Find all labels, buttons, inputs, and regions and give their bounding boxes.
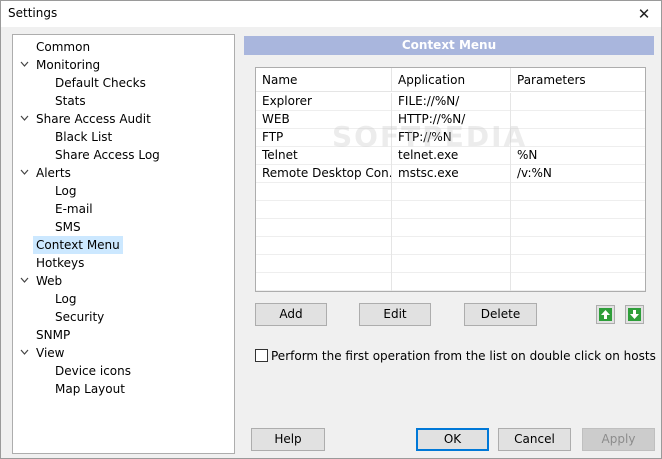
cell-name [256,273,392,291]
tree-item-snmp[interactable]: SNMP [33,326,73,344]
cell-parameters [511,219,645,237]
move-up-button[interactable] [596,305,615,324]
edit-button[interactable]: Edit [359,303,431,326]
cell-application: mstsc.exe [392,165,511,183]
tree-item-share-access-log[interactable]: Share Access Log [52,146,163,164]
column-header-parameters[interactable]: Parameters [511,68,645,92]
tree-item-common[interactable]: Common [33,38,93,56]
cell-parameters [511,129,645,147]
table-row[interactable] [256,237,645,255]
cell-application [392,183,511,201]
cell-application: FILE://%N/ [392,93,511,111]
cell-parameters [511,93,645,111]
cell-application [392,255,511,273]
cell-parameters [511,183,645,201]
cell-parameters [511,255,645,273]
table-row[interactable] [256,219,645,237]
tree-item-map-layout[interactable]: Map Layout [52,380,128,398]
cell-parameters: %N [517,148,538,162]
window-title: Settings [8,6,58,20]
cell-name [256,219,392,237]
table-row[interactable] [256,255,645,273]
table-row[interactable] [256,273,645,291]
cell-application [392,273,511,291]
cell-parameters: /v:%N [517,166,552,180]
tree-item-monitoring[interactable]: Monitoring [33,56,103,74]
cell-parameters [511,237,645,255]
chevron-down-icon[interactable] [19,56,29,74]
table-row[interactable]: Explorer FILE://%N/ [256,93,645,111]
tree-item-view[interactable]: View [33,344,67,362]
help-button[interactable]: Help [251,428,325,451]
cell-name: Explorer [256,93,392,111]
cell-name [256,255,392,273]
settings-window: Settings ✕ Common Monitoring Default Check… [0,0,662,459]
panel-header: Context Menu [244,36,654,55]
tree-item-log[interactable]: Log [52,290,79,308]
context-menu-list[interactable]: Name Application Parameters Explorer FILE… [255,67,646,292]
settings-tree[interactable]: Common Monitoring Default Checks Stats Share… [12,34,235,454]
cell-parameters [511,273,645,291]
tree-item-alerts[interactable]: Alerts [33,164,74,182]
tree-item-stats[interactable]: Stats [52,92,89,110]
chevron-down-icon[interactable] [19,272,29,290]
tree-item-default-checks[interactable]: Default Checks [52,74,149,92]
cell-application [392,201,511,219]
cell-application [392,237,511,255]
tree-item-sms[interactable]: SMS [52,218,84,236]
chevron-down-icon[interactable] [19,164,29,182]
tree-item-hotkeys[interactable]: Hotkeys [33,254,87,272]
tree-item-e-mail[interactable]: E-mail [52,200,96,218]
tree-item-black-list[interactable]: Black List [52,128,115,146]
close-icon[interactable]: ✕ [627,1,661,27]
tree-item-security[interactable]: Security [52,308,107,326]
chevron-down-icon[interactable] [19,110,29,128]
move-down-button[interactable] [625,305,644,324]
cell-parameters [511,111,645,129]
cell-application [392,219,511,237]
table-row[interactable]: Remote Desktop Con... mstsc.exe/v:%N [256,165,645,183]
double-click-checkbox-label[interactable]: Perform the first operation from the lis… [271,349,656,363]
table-row[interactable] [256,183,645,201]
ok-button[interactable]: OK [416,428,489,451]
add-button[interactable]: Add [255,303,327,326]
cell-name [256,183,392,201]
cancel-button[interactable]: Cancel [498,428,571,451]
cell-name [256,237,392,255]
cell-parameters [511,201,645,219]
list-header: Name Application Parameters [256,68,645,92]
arrow-up-icon [599,308,612,321]
watermark-logo: SOFTPEDIA [332,120,528,153]
apply-button[interactable]: Apply [582,428,655,451]
tree-item-device-icons[interactable]: Device icons [52,362,134,380]
title-bar: Settings ✕ [1,1,661,27]
column-header-application[interactable]: Application [392,68,511,92]
tree-item-context-menu[interactable]: Context Menu [33,236,123,254]
arrow-down-icon [628,308,641,321]
tree-item-web[interactable]: Web [33,272,65,290]
table-row[interactable] [256,201,645,219]
delete-button[interactable]: Delete [464,303,537,326]
tree-item-log[interactable]: Log [52,182,79,200]
chevron-down-icon[interactable] [19,344,29,362]
double-click-checkbox[interactable] [255,349,268,362]
cell-name [256,201,392,219]
cell-name: Remote Desktop Con... [256,165,392,183]
tree-item-share-access-audit[interactable]: Share Access Audit [33,110,154,128]
column-header-name[interactable]: Name [256,68,392,92]
